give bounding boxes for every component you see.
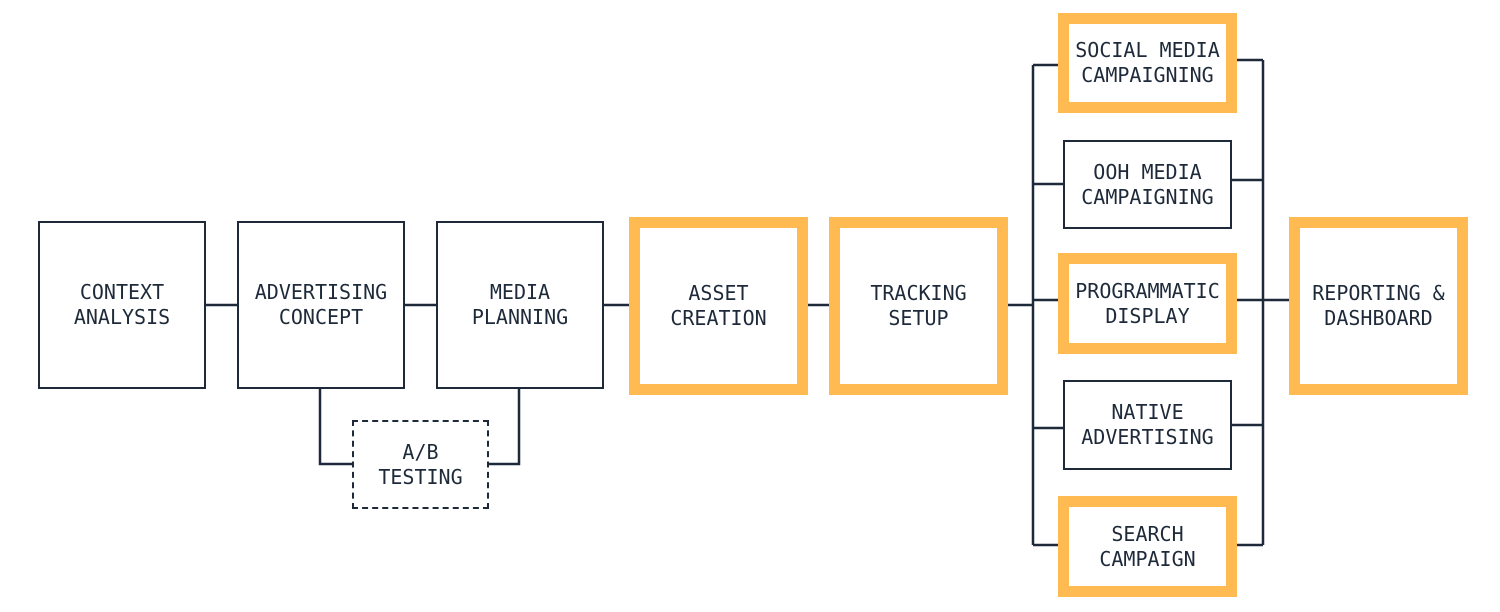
diagram: CONTEXT ANALYSIS ADVERTISING CONCEPT MED…: [0, 0, 1500, 612]
edge-media-ab: [489, 389, 521, 466]
node-native-advertising: NATIVE ADVERTISING: [1063, 380, 1232, 470]
node-programmatic-display: PROGRAMMATIC DISPLAY: [1058, 253, 1237, 354]
edge-advertising-ab: [318, 389, 352, 466]
node-social-media-campaigning: SOCIAL MEDIA CAMPAIGNING: [1058, 13, 1237, 113]
node-asset-creation: ASSET CREATION: [629, 217, 808, 395]
node-ab-testing: A/B TESTING: [352, 420, 489, 509]
node-advertising-concept: ADVERTISING CONCEPT: [237, 221, 405, 389]
node-ooh-media-campaigning: OOH MEDIA CAMPAIGNING: [1063, 140, 1232, 229]
node-search-campaign: SEARCH CAMPAIGN: [1058, 496, 1237, 597]
node-context-analysis: CONTEXT ANALYSIS: [38, 221, 206, 389]
node-reporting-dashboard: REPORTING & DASHBOARD: [1289, 217, 1468, 395]
node-tracking-setup: TRACKING SETUP: [829, 217, 1008, 395]
node-media-planning: MEDIA PLANNING: [436, 221, 604, 389]
